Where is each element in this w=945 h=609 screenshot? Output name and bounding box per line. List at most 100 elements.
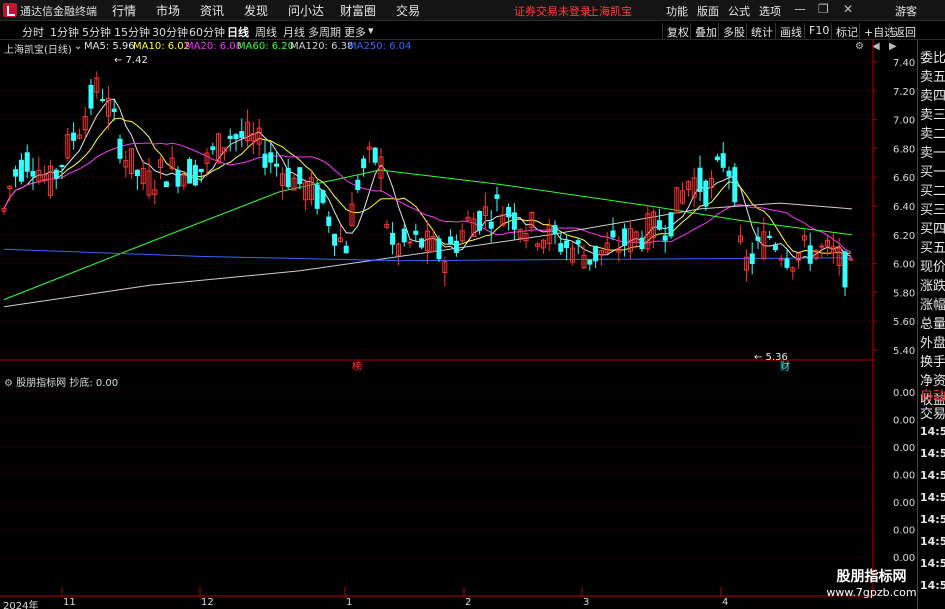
- candle-body: [488, 221, 494, 229]
- tool-f10[interactable]: F10: [804, 23, 833, 39]
- sub-tick-label: 0.00: [893, 526, 915, 537]
- candle-body: [668, 212, 674, 237]
- chevron-down-icon[interactable]: ▾: [368, 24, 374, 37]
- kline-chart[interactable]: ← 7.42← 5.36榜财 7.407.207.006.806.606.406…: [0, 40, 917, 597]
- menu-wenxiaoda[interactable]: 问小达: [288, 2, 324, 19]
- candle-body: [494, 194, 500, 199]
- candle-body: [268, 152, 274, 163]
- candle-body: [343, 245, 349, 254]
- close-icon[interactable]: ✕: [843, 2, 853, 16]
- period-more[interactable]: 更多: [344, 24, 366, 40]
- candle-body: [697, 167, 703, 192]
- quote-panel-label: 买三: [920, 203, 945, 218]
- tool-fuquan[interactable]: 复权: [662, 23, 693, 39]
- login-warning[interactable]: 证券交易未登录: [514, 3, 591, 19]
- settings-icon[interactable]: ⚙: [4, 378, 13, 389]
- candle-body: [593, 245, 599, 262]
- candle-body: [320, 190, 326, 203]
- candle-body: [88, 84, 94, 109]
- period-15min[interactable]: 15分钟: [114, 24, 150, 40]
- candle-body: [401, 228, 407, 243]
- candle-body: [564, 240, 570, 249]
- mark-cai: 财: [780, 360, 790, 373]
- menu-faxian[interactable]: 发现: [244, 2, 268, 19]
- candle-body: [407, 241, 413, 244]
- candle-body: [262, 153, 268, 168]
- menu-zixun[interactable]: 资讯: [200, 2, 224, 19]
- quote-panel-label: 14:56: [920, 535, 945, 548]
- candle-body: [453, 240, 459, 253]
- candle-body: [285, 167, 291, 188]
- candle-body: [274, 163, 280, 167]
- candle-body: [198, 168, 204, 173]
- period-5min[interactable]: 5分钟: [82, 24, 111, 40]
- candles: [1, 71, 854, 297]
- candle-body: [297, 167, 303, 185]
- menu-shichang[interactable]: 市场: [156, 2, 180, 19]
- period-fenshi[interactable]: 分时: [22, 24, 44, 40]
- period-monthly[interactable]: 月线: [283, 24, 305, 40]
- candle-body: [53, 169, 59, 179]
- tool-back[interactable]: 返回: [889, 23, 920, 39]
- quote-panel-label: 卖四: [920, 89, 945, 104]
- price-tick-label: 7.20: [893, 87, 915, 98]
- tool-huaxian[interactable]: 画线: [775, 23, 806, 39]
- price-axis: 7.40 7.20 7.00 6.80 6.60 6.40 6.20 6.00 5.80 5.60…: [893, 58, 915, 357]
- tool-tongji[interactable]: 统计: [746, 23, 777, 39]
- sub-axis: 0.00 0.00 0.00 0.00 0.00 0.00 0.00: [893, 388, 915, 564]
- menu-gongshi[interactable]: 公式: [728, 3, 750, 19]
- price-tick-label: 6.80: [893, 144, 915, 155]
- candle-body: [772, 245, 778, 251]
- sub-indicator-header: ⚙ 股朋指标网 抄底: 0.00: [4, 374, 118, 389]
- tool-duogu[interactable]: 多股: [718, 23, 749, 39]
- candle-body: [13, 169, 19, 177]
- tool-biaoji[interactable]: 标记: [831, 23, 862, 39]
- candle-body: [117, 138, 123, 159]
- menu-hangqing[interactable]: 行情: [112, 2, 136, 19]
- menu-gongneng[interactable]: 功能: [666, 3, 688, 19]
- restore-icon[interactable]: ❐: [818, 2, 829, 16]
- menu-jiaoyi[interactable]: 交易: [396, 2, 420, 19]
- quote-panel-label: 14:56: [920, 513, 945, 526]
- app-name: 通达信金融终端: [20, 5, 97, 18]
- period-60min[interactable]: 60分钟: [189, 24, 225, 40]
- period-weekly[interactable]: 周线: [255, 24, 277, 40]
- tool-diejia[interactable]: 叠加: [690, 23, 721, 39]
- candle-body: [134, 169, 140, 177]
- menu-caifuquan[interactable]: 财富圈: [340, 2, 376, 19]
- candle-body: [24, 152, 30, 172]
- candle-body: [587, 259, 593, 265]
- period-30min[interactable]: 30分钟: [152, 24, 188, 40]
- candle-body: [720, 153, 726, 168]
- date-label: 3: [583, 597, 590, 608]
- period-daily[interactable]: 日线: [227, 24, 249, 40]
- candle-body: [59, 165, 65, 168]
- menu-xuanxiang[interactable]: 选项: [759, 3, 781, 19]
- candle-body: [355, 179, 361, 191]
- candle-body: [361, 158, 367, 169]
- price-tick-label: 6.40: [893, 202, 915, 213]
- candle-body: [848, 258, 854, 261]
- candle-body: [656, 220, 662, 230]
- candle-body: [622, 228, 628, 246]
- quote-panel-label: 卖五: [920, 70, 945, 85]
- price-tick-label: 5.80: [893, 288, 915, 299]
- watermark: 股朋指标网 www.7gpzb.com: [826, 566, 917, 609]
- quote-panel-label: 买四: [920, 222, 945, 237]
- menu-banmian[interactable]: 版面: [697, 3, 719, 19]
- period-multi[interactable]: 多周期: [308, 24, 341, 40]
- user-label[interactable]: 游客: [895, 3, 917, 19]
- period-1min[interactable]: 1分钟: [50, 24, 79, 40]
- candle-body: [732, 167, 738, 203]
- candle-body: [413, 230, 419, 235]
- date-label: 1: [346, 597, 353, 608]
- candle-body: [192, 165, 198, 186]
- quote-panel-label: 14:56: [920, 469, 945, 482]
- candle-body: [448, 236, 454, 245]
- minimize-icon[interactable]: —: [794, 2, 806, 16]
- date-label: 12: [201, 597, 214, 608]
- candle-body: [778, 258, 784, 261]
- candle-body: [30, 171, 36, 177]
- sub-tick-label: 0.00: [893, 443, 915, 454]
- date-label: 2: [465, 597, 472, 608]
